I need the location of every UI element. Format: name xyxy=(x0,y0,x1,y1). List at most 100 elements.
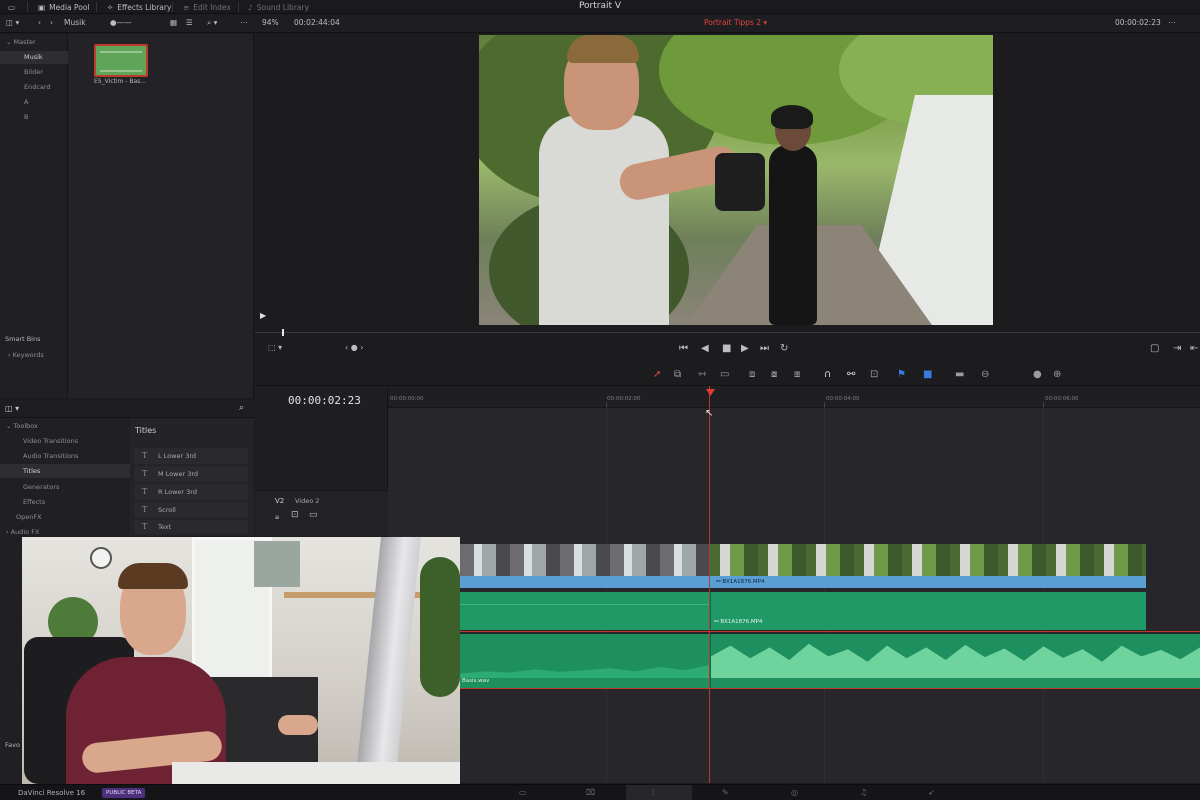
go-to-end-icon[interactable]: ⏭ xyxy=(760,343,769,354)
track-name[interactable]: Video 2 xyxy=(295,497,319,505)
link-icon[interactable]: ⚯ xyxy=(847,369,855,380)
chevron-down-icon: ⌄ xyxy=(6,38,14,46)
thumbnail-size-slider[interactable]: ●—— xyxy=(110,18,132,27)
list-view-icon[interactable]: ☰ xyxy=(186,18,193,27)
title-item[interactable]: TM Lower 3rd xyxy=(134,466,248,482)
bin-endcard[interactable]: Endcard xyxy=(0,81,68,94)
lock-track-icon[interactable]: 🔒︎ xyxy=(275,512,279,522)
crop-icon[interactable]: ⬚ ▾ xyxy=(268,343,282,352)
fx-openfx[interactable]: OpenFX xyxy=(0,510,130,524)
deliver-page-icon[interactable]: ➶ xyxy=(928,788,935,797)
scrub-handle[interactable] xyxy=(282,329,284,336)
playhead[interactable] xyxy=(709,386,710,783)
sound-library-button[interactable]: ♪ Sound Library xyxy=(248,1,309,13)
options-icon[interactable]: ⋯ xyxy=(240,18,248,27)
video-clip-thumbnails[interactable] xyxy=(460,544,710,576)
flag-icon[interactable]: ⚑ xyxy=(897,369,906,380)
selection-tool-icon[interactable]: ➚ xyxy=(653,369,661,380)
video-clip-a[interactable] xyxy=(460,576,710,588)
zoom-out-icon[interactable]: ⊖ xyxy=(981,369,989,380)
title-item[interactable]: TL Lower 3rd xyxy=(134,448,248,464)
edit-index-button[interactable]: ≡ Edit Index xyxy=(183,1,231,13)
video-clip-thumbnails[interactable] xyxy=(710,544,1146,576)
blade-tool-icon[interactable]: ▭ xyxy=(720,369,729,380)
fx-toolbox[interactable]: ⌄ Toolbox xyxy=(0,419,130,433)
play-small-icon[interactable]: ▶ xyxy=(260,311,266,320)
video-frame[interactable] xyxy=(479,35,993,325)
video-clip-b[interactable]: ⚯ BX1A1876.MP4 xyxy=(710,576,1146,588)
fx-generators[interactable]: Generators xyxy=(0,480,130,494)
current-bin: Musik xyxy=(64,18,86,27)
zoom-level[interactable]: 94% xyxy=(262,18,279,27)
match-frame-icon[interactable]: ▢ xyxy=(1150,343,1159,354)
title-item[interactable]: TR Lower 3rd xyxy=(134,484,248,500)
reverse-icon[interactable]: ◀ xyxy=(701,343,709,354)
wall-picture xyxy=(254,541,300,587)
stop-icon[interactable]: ■ xyxy=(722,343,731,354)
loop-icon[interactable]: ↻ xyxy=(780,343,788,354)
favorites-panel: Favo xyxy=(0,536,22,784)
insert-clip-icon[interactable]: ⧈ xyxy=(749,369,755,380)
fusion-page-icon[interactable]: ✎ xyxy=(722,788,729,797)
zoom-in-icon[interactable]: ⊕ xyxy=(1053,369,1061,380)
bin-b[interactable]: B xyxy=(0,111,68,124)
overwrite-clip-icon[interactable]: ⧇ xyxy=(771,369,777,380)
audio-clip-1[interactable]: ⚯ BX1A1876.MP4 xyxy=(460,592,1146,630)
title-item[interactable]: T Scroll xyxy=(134,502,248,518)
fx-video-transitions[interactable]: Video Transitions xyxy=(0,434,130,448)
ruler-label: 00:00:00:00 xyxy=(390,396,424,402)
marker-icon[interactable]: ■ xyxy=(923,369,932,380)
back-arrow-icon[interactable]: ‹ xyxy=(38,18,41,27)
replace-clip-icon[interactable]: ⧆ xyxy=(794,369,800,380)
audio-clip-2[interactable]: Basis.wav xyxy=(460,634,1200,688)
lock-icon[interactable]: ⊡ xyxy=(870,369,878,380)
auto-select-icon[interactable]: ⊡ xyxy=(291,510,299,520)
play-icon[interactable]: ▶ xyxy=(741,343,749,354)
dynamic-trim-icon[interactable]: ⇿ xyxy=(698,369,706,380)
options-icon[interactable]: ⋯ xyxy=(1168,18,1176,27)
media-page-icon[interactable]: ▭ xyxy=(519,788,527,797)
zoom-full-icon[interactable]: ▬ xyxy=(955,369,964,380)
snapping-icon[interactable]: ∩ xyxy=(824,369,831,380)
fairlight-page-icon[interactable]: ♫ xyxy=(860,788,867,797)
timeline-ruler[interactable]: 00:00:00:00 00:00:02:00 00:00:04:00 00:0… xyxy=(388,386,1200,408)
chevron-down-icon: ⌄ xyxy=(6,422,14,430)
bin-musik[interactable]: Musik xyxy=(0,51,68,64)
audio-clip-thumbnail[interactable] xyxy=(94,44,148,77)
zoom-slider-handle[interactable]: ● xyxy=(1033,369,1042,380)
forward-arrow-icon[interactable]: › xyxy=(50,18,53,27)
trim-tool-icon[interactable]: ⧉ xyxy=(674,369,681,380)
panel-toggle-icon[interactable]: ◫ ▾ xyxy=(5,404,19,413)
source-duration: 00:02:44:04 xyxy=(294,18,340,27)
index-icon: ≡ xyxy=(183,2,190,12)
edit-page-icon[interactable]: ⫶ xyxy=(652,788,654,798)
master-bin[interactable]: ⌄ Master xyxy=(6,38,36,46)
search-icon[interactable]: ⌕ ▾ xyxy=(207,18,217,28)
grid-view-icon[interactable]: ▦ xyxy=(170,18,177,27)
bin-a[interactable]: A xyxy=(0,96,68,109)
keywords-bin[interactable]: › Keywords xyxy=(8,351,44,359)
prev-edit-icon[interactable]: ⇤ xyxy=(1190,343,1198,354)
timeline-name[interactable]: Portrait Tipps 2 ▾ xyxy=(704,18,767,27)
sound-icon: ♪ xyxy=(248,2,253,12)
cut-page-icon[interactable]: ⌧ xyxy=(586,788,595,797)
desk xyxy=(172,762,460,784)
jog-icon[interactable]: ‹ ● › xyxy=(345,343,363,352)
fx-effects[interactable]: Effects xyxy=(0,495,130,509)
track-visibility-icon[interactable]: ▭ xyxy=(309,510,318,520)
media-pool-button[interactable]: ▣ Media Pool xyxy=(38,1,90,13)
go-to-start-icon[interactable]: ⏮ xyxy=(679,343,688,354)
bin-bilder[interactable]: Bilder xyxy=(0,66,68,79)
bin-list: ⌄ Master Musik Bilder Endcard A B Smart … xyxy=(0,34,68,398)
workspace-icon[interactable]: ▭ xyxy=(8,1,15,13)
color-page-icon[interactable]: ◎ xyxy=(791,788,798,797)
fx-titles[interactable]: Titles xyxy=(0,464,130,478)
page-navigation-bar: DaVinci Resolve 16 PUBLIC BETA ▭ ⌧ ⫶ ✎ ◎… xyxy=(0,784,1200,800)
title-item[interactable]: T Text xyxy=(134,520,248,534)
panel-toggle-icon[interactable]: ◫ ▾ xyxy=(6,18,19,27)
next-edit-icon[interactable]: ⇥ xyxy=(1173,343,1181,354)
fx-audio-transitions[interactable]: Audio Transitions xyxy=(0,449,130,463)
timeline-tracks[interactable]: ⚯ BX1A1876.MP4 ⚯ BX1A1876.MP4 Basis.wav xyxy=(388,386,1200,783)
effects-library-button[interactable]: ✧ Effects Library xyxy=(107,1,171,13)
search-icon[interactable]: ⌕ xyxy=(239,403,244,413)
